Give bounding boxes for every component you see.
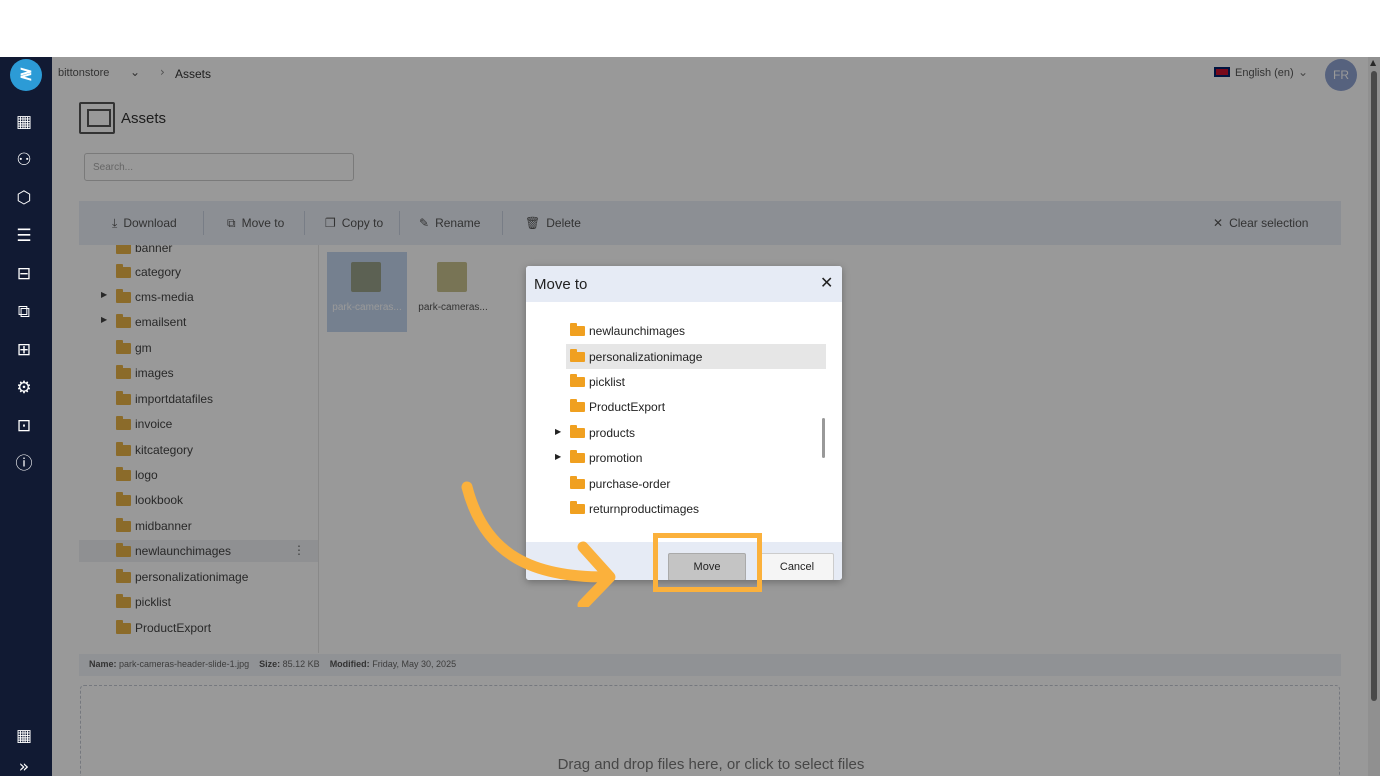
folder-option[interactable]: personalizationimage [566, 344, 826, 369]
help-icon[interactable]: ⓘ [13, 453, 35, 475]
inbox-icon[interactable]: ⊟ [13, 263, 35, 285]
app-frame: bittonstore ⌄ › Assets English (en) ⌄ FR… [0, 57, 1380, 776]
documents-icon[interactable]: ⊞ [13, 339, 35, 361]
folder-icon [570, 450, 585, 463]
folder-option[interactable]: ▶ promotion [555, 445, 826, 470]
apps-icon[interactable]: ▦ [13, 725, 35, 747]
close-icon[interactable]: ✕ [820, 273, 833, 292]
folder-icon [570, 349, 585, 362]
box-icon[interactable]: ⬡ [13, 187, 35, 209]
dialog-header: Move to ✕ [526, 266, 842, 302]
expand-icon[interactable]: ▶ [555, 452, 561, 461]
folder-option[interactable]: ProductExport [566, 394, 826, 419]
app-logo[interactable]: ≷ [10, 59, 42, 91]
expand-icon[interactable]: ▶ [555, 427, 561, 436]
monitor-icon[interactable]: ⊡ [13, 415, 35, 437]
tutorial-highlight-box [653, 533, 762, 592]
folder-icon [570, 399, 585, 412]
list-icon[interactable]: ☰ [13, 225, 35, 247]
sidebar: ≷ ▦ ⚇ ⬡ ☰ ⊟ ⧉ ⊞ ⚙ ⊡ ⓘ ▦ » [0, 57, 52, 776]
cancel-button[interactable]: Cancel [760, 553, 834, 580]
dashboard-icon[interactable]: ▦ [13, 111, 35, 133]
gear-icon[interactable]: ⚙ [13, 377, 35, 399]
folder-option[interactable]: picklist [566, 369, 826, 394]
assets-nav-icon[interactable]: ⧉ [13, 301, 35, 323]
expand-sidebar-icon[interactable]: » [13, 756, 35, 776]
folder-option[interactable]: ▶ products [555, 420, 826, 445]
folder-option[interactable]: newlaunchimages [566, 318, 826, 343]
folder-icon [570, 374, 585, 387]
folder-icon [570, 425, 585, 438]
tutorial-arrow-icon [461, 481, 616, 607]
dialog-scrollbar[interactable] [822, 418, 825, 458]
dialog-title: Move to [534, 276, 588, 293]
folder-icon [570, 323, 585, 336]
users-icon[interactable]: ⚇ [13, 149, 35, 171]
